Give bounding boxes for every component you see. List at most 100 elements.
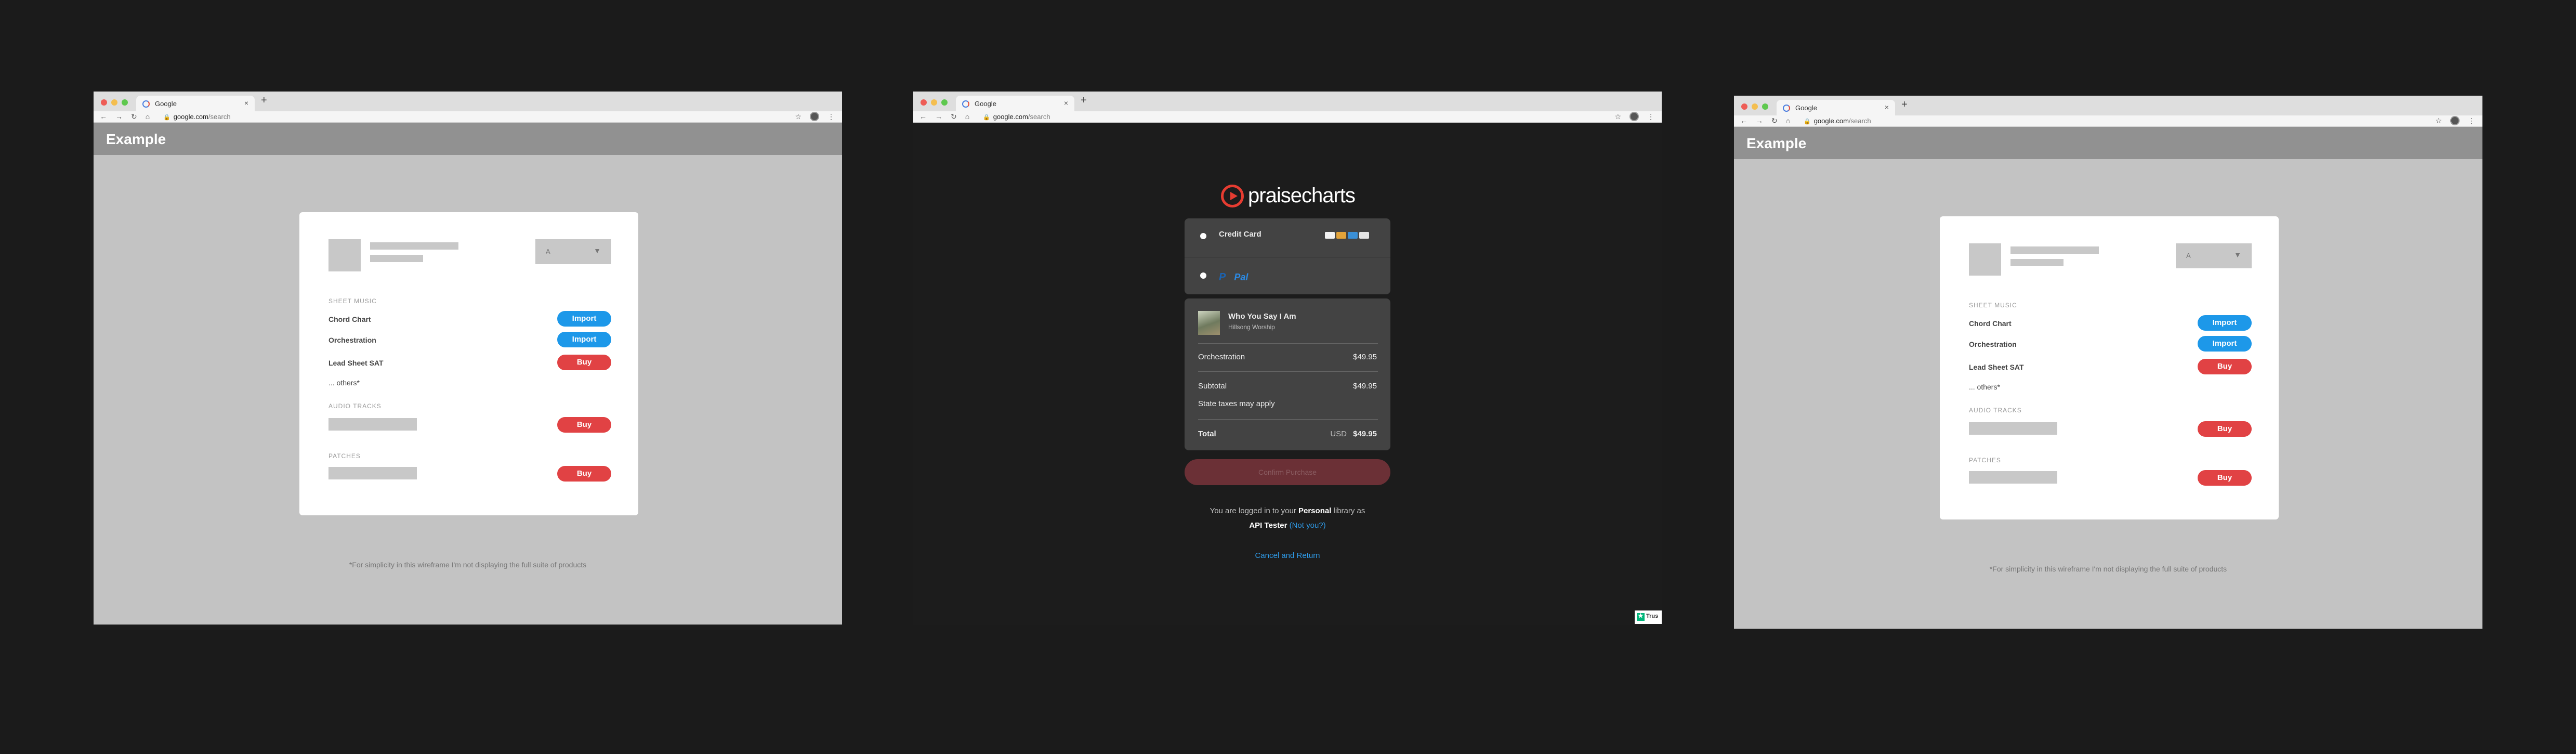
app-header: Example [94, 123, 842, 155]
new-tab-icon[interactable]: + [1901, 99, 1908, 111]
cancel-and-return-link[interactable]: Cancel and Return [1185, 551, 1390, 560]
new-tab-icon[interactable]: + [1081, 95, 1087, 107]
buy-button[interactable]: Buy [2198, 470, 2252, 486]
key-dropdown[interactable]: A ▼ [2176, 243, 2252, 268]
audio-track-placeholder [1969, 422, 2057, 435]
subtotal-label: Subtotal [1198, 382, 1227, 391]
minimize-window-icon[interactable] [111, 99, 117, 106]
profile-avatar[interactable] [810, 112, 819, 121]
confirm-purchase-button[interactable]: Confirm Purchase [1185, 459, 1390, 485]
bookmark-star-icon[interactable]: ☆ [1614, 112, 1621, 121]
line-item-label: Orchestration [1198, 353, 1245, 361]
dropdown-value: A [2186, 252, 2191, 259]
reload-icon[interactable]: ↻ [131, 112, 137, 121]
minimize-window-icon[interactable] [1752, 103, 1758, 110]
discover-icon [1359, 232, 1369, 239]
credit-card-label[interactable]: Credit Card [1219, 230, 1261, 239]
profile-avatar[interactable] [1629, 112, 1639, 121]
new-tab-icon[interactable]: + [261, 95, 267, 107]
forward-icon[interactable]: → [115, 112, 123, 121]
chevron-down-icon: ▼ [594, 246, 601, 255]
home-icon[interactable]: ⌂ [146, 112, 150, 121]
logged-in-line-2: API Tester (Not you?) [1185, 521, 1390, 530]
import-button[interactable]: Import [2198, 315, 2252, 331]
tab-close-icon[interactable]: × [1885, 103, 1889, 111]
maximize-window-icon[interactable] [122, 99, 128, 106]
bookmark-star-icon[interactable]: ☆ [795, 112, 801, 121]
tab-close-icon[interactable]: × [1064, 99, 1068, 107]
product-card: A ▼ SHEET MUSIC Chord Chart Import Orche… [299, 212, 638, 515]
tab-close-icon[interactable]: × [244, 99, 248, 107]
divider [1198, 343, 1378, 344]
buy-button[interactable]: Buy [557, 417, 611, 433]
google-favicon-icon [142, 100, 150, 108]
total-currency: USD [1330, 430, 1347, 438]
reload-icon[interactable]: ↻ [1771, 116, 1778, 125]
buy-button[interactable]: Buy [2198, 421, 2252, 437]
bookmark-star-icon[interactable]: ☆ [2435, 116, 2442, 125]
radio-credit-card[interactable] [1200, 233, 1206, 239]
import-button[interactable]: Import [557, 311, 611, 327]
browser-menu-icon[interactable]: ⋮ [827, 112, 835, 121]
tab-strip: Google × + [913, 92, 1662, 111]
url-path: /search [1028, 113, 1050, 121]
back-icon[interactable]: ← [1740, 116, 1747, 125]
url-field[interactable]: 🔒 google.com/search [983, 113, 1050, 121]
minimize-window-icon[interactable] [931, 99, 937, 106]
radio-paypal[interactable] [1200, 272, 1206, 279]
trustpilot-badge[interactable]: ★ Trus [1635, 610, 1662, 624]
others-label: ... others* [328, 379, 360, 387]
address-bar: ← → ↻ ⌂ 🔒 google.com/search ☆ ⋮ [913, 111, 1662, 123]
item-label-orchestration: Orchestration [1969, 340, 2017, 348]
buy-button[interactable]: Buy [557, 355, 611, 370]
home-icon[interactable]: ⌂ [1786, 116, 1790, 125]
browser-window-checkout: Google × + ← → ↻ ⌂ 🔒 google.com/search ☆ … [913, 92, 1662, 625]
window-controls [921, 99, 948, 106]
browser-tab[interactable]: Google × [1777, 100, 1895, 115]
address-bar: ← → ↻ ⌂ 🔒 google.com/search ☆ ⋮ [1734, 115, 2482, 127]
browser-tab[interactable]: Google × [956, 96, 1074, 111]
home-icon[interactable]: ⌂ [965, 112, 969, 121]
forward-icon[interactable]: → [935, 112, 942, 121]
subtitle-placeholder [370, 255, 423, 262]
browser-menu-icon[interactable]: ⋮ [1647, 112, 1654, 121]
maximize-window-icon[interactable] [941, 99, 948, 106]
url-field[interactable]: 🔒 google.com/search [1804, 117, 1871, 125]
browser-window-wireframe-2: Google × + ← → ↻ ⌂ 🔒 google.com/search ☆ … [1734, 96, 2482, 629]
profile-avatar[interactable] [2450, 116, 2460, 125]
back-icon[interactable]: ← [100, 112, 107, 121]
title-placeholder [370, 242, 458, 250]
item-label-lead-sheet: Lead Sheet SAT [1969, 363, 2024, 371]
footnote: *For simplicity in this wireframe I'm no… [1989, 565, 2227, 573]
forward-icon[interactable]: → [1756, 116, 1763, 125]
url-path: /search [208, 113, 231, 121]
paypal-icon: P [1219, 271, 1226, 283]
reload-icon[interactable]: ↻ [951, 112, 957, 121]
mastercard-icon [1336, 232, 1346, 239]
section-header-sheet-music: SHEET MUSIC [1969, 302, 2017, 309]
paypal-label: Pal [1234, 272, 1248, 282]
browser-menu-icon[interactable]: ⋮ [2468, 116, 2475, 125]
browser-tab[interactable]: Google × [136, 96, 255, 111]
amex-icon [1348, 232, 1358, 239]
maximize-window-icon[interactable] [1762, 103, 1768, 110]
item-label-orchestration: Orchestration [328, 336, 376, 344]
close-window-icon[interactable] [101, 99, 107, 106]
buy-button[interactable]: Buy [2198, 359, 2252, 374]
not-you-link[interactable]: (Not you?) [1290, 521, 1326, 530]
url-field[interactable]: 🔒 google.com/search [163, 113, 231, 121]
import-button[interactable]: Import [2198, 336, 2252, 352]
import-button[interactable]: Import [557, 332, 611, 347]
google-favicon-icon [962, 100, 969, 108]
paypal-option[interactable]: P Pal [1219, 271, 1248, 283]
browser-window-wireframe-1: Google × + ← → ↻ ⌂ 🔒 google.com/search ☆ … [94, 92, 842, 625]
buy-button[interactable]: Buy [557, 466, 611, 482]
close-window-icon[interactable] [1741, 103, 1747, 110]
trust-badge-label: Trus [1646, 613, 1659, 619]
url-host: google.com [1813, 117, 1849, 125]
close-window-icon[interactable] [921, 99, 927, 106]
nav-buttons: ← → ↻ ⌂ [919, 112, 969, 121]
key-dropdown[interactable]: A ▼ [535, 239, 611, 264]
section-header-audio-tracks: AUDIO TRACKS [328, 402, 382, 410]
back-icon[interactable]: ← [919, 112, 927, 121]
